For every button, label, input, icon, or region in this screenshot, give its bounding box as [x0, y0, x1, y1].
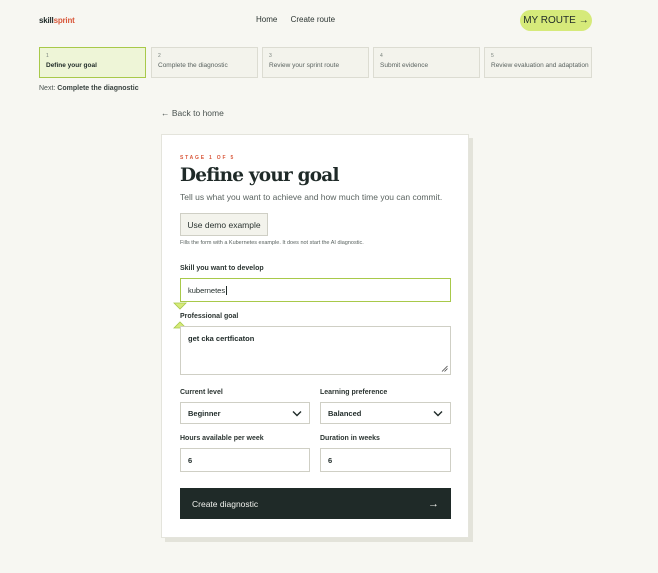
progress-stepper: 1 Define your goal 2 Complete the diagno… [39, 47, 592, 79]
current-level-select[interactable]: Beginner [180, 402, 310, 424]
hours-input-value: 6 [188, 455, 193, 465]
logo-text-skill: skill [39, 16, 54, 25]
nav-create-route-link[interactable]: Create route [291, 15, 335, 24]
current-level-label: Current level [180, 389, 223, 396]
goal-textarea[interactable]: get cka certficaton [180, 326, 451, 375]
my-route-button[interactable]: MY ROUTE → [520, 10, 592, 31]
skill-input-value: kubernetes [188, 285, 226, 295]
skill-label: Skill you want to develop [180, 265, 264, 272]
step-label: Complete the diagnostic [158, 62, 228, 69]
step-complete-diagnostic[interactable]: 2 Complete the diagnostic [151, 47, 258, 78]
create-diagnostic-button[interactable]: Create diagnostic → [180, 488, 451, 519]
current-level-value: Beginner [188, 408, 221, 418]
back-to-home-link[interactable]: ← Back to home [161, 108, 224, 118]
goal-textarea-value: get cka certficaton [188, 334, 255, 343]
learning-preference-label: Learning preference [320, 389, 388, 396]
step-label: Define your goal [46, 62, 97, 69]
my-route-label: MY ROUTE [523, 15, 576, 26]
duration-label: Duration in weeks [320, 435, 380, 442]
step-number: 4 [380, 53, 383, 59]
next-step-hint: Next: Complete the diagnostic [39, 85, 139, 92]
top-nav: Home Create route [256, 15, 346, 24]
use-demo-example-button[interactable]: Use demo example [180, 213, 268, 236]
arrow-right-icon: → [578, 15, 589, 26]
nav-home-link[interactable]: Home [256, 15, 277, 24]
demo-note: Fills the form with a Kubernetes example… [180, 240, 364, 246]
step-define-goal[interactable]: 1 Define your goal [39, 47, 146, 78]
logo[interactable]: skillsprint [39, 16, 75, 25]
hours-label: Hours available per week [180, 435, 264, 442]
next-hint-prefix: Next: [39, 85, 56, 92]
step-number: 3 [269, 53, 272, 59]
page-subtitle: Tell us what you want to achieve and how… [180, 192, 443, 202]
duration-input[interactable]: 6 [320, 448, 451, 472]
step-submit-evidence[interactable]: 4 Submit evidence [373, 47, 480, 78]
step-number: 5 [491, 53, 494, 59]
step-label: Review evaluation and adaptation [491, 62, 589, 69]
text-caret [226, 285, 228, 295]
location-pin-icon [173, 302, 187, 310]
hours-input[interactable]: 6 [180, 448, 310, 472]
arrow-right-icon: → [428, 497, 439, 510]
step-review-route[interactable]: 3 Review your sprint route [262, 47, 369, 78]
step-review-evaluation[interactable]: 5 Review evaluation and adaptation [484, 47, 592, 78]
stage-indicator: STAGE 1 OF 5 [180, 155, 236, 161]
duration-input-value: 6 [328, 455, 333, 465]
page-title: Define your goal [180, 165, 339, 186]
step-number: 2 [158, 53, 161, 59]
goal-label: Professional goal [180, 313, 239, 320]
step-label: Review your sprint route [269, 62, 340, 69]
resize-handle-icon[interactable] [441, 365, 448, 372]
skill-input[interactable]: kubernetes [180, 278, 451, 302]
step-number: 1 [46, 53, 49, 59]
create-diagnostic-label: Create diagnostic [192, 498, 259, 509]
next-hint-value: Complete the diagnostic [57, 85, 139, 92]
chevron-down-icon [433, 410, 443, 416]
learning-preference-value: Balanced [328, 408, 362, 418]
learning-preference-select[interactable]: Balanced [320, 402, 451, 424]
logo-text-sprint: sprint [53, 16, 75, 25]
step-label: Submit evidence [380, 62, 429, 69]
chevron-down-icon [292, 410, 302, 416]
